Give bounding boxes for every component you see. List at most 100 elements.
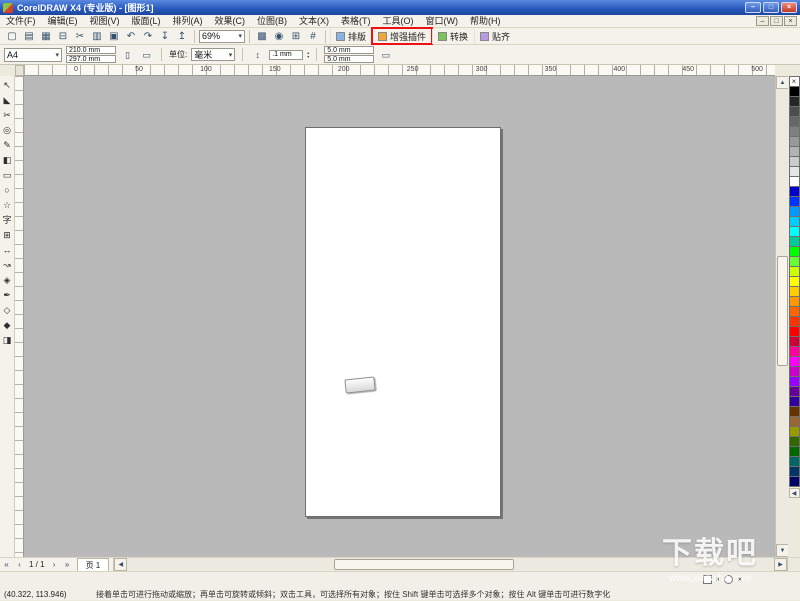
eyedropper-tool-icon[interactable]: ✒ [0, 288, 14, 303]
menu-item[interactable]: 工具(O) [377, 15, 420, 28]
ruler-number: 500 [751, 66, 763, 74]
units-select[interactable]: 毫米 ▾ [191, 48, 235, 61]
vertical-scrollbar[interactable]: ▲ ▼ [775, 76, 788, 557]
polygon-tool-icon[interactable]: ☆ [0, 198, 14, 213]
options-button[interactable]: ▭ [378, 47, 393, 62]
paper-width-input[interactable] [66, 46, 116, 54]
drawing-canvas[interactable] [24, 76, 775, 557]
fill-none-label: × [716, 575, 721, 584]
menu-item[interactable]: 排列(A) [167, 15, 209, 28]
save-icon[interactable]: ▦ [38, 29, 54, 44]
duplicate-x-input[interactable] [324, 46, 374, 54]
smart-fill-tool-icon[interactable]: ◧ [0, 153, 14, 168]
palette-expand-icon[interactable]: ◀ [789, 488, 800, 498]
portrait-orientation-button[interactable]: ▯ [120, 47, 135, 62]
chevron-down-icon: ▾ [229, 51, 233, 59]
menu-item[interactable]: 帮助(H) [464, 15, 507, 28]
outline-tool-icon[interactable]: ◇ [0, 303, 14, 318]
menu-item[interactable]: 窗口(W) [420, 15, 465, 28]
doc-restore-button[interactable]: □ [770, 16, 783, 26]
menu-item[interactable]: 表格(T) [335, 15, 377, 28]
menu-items: 文件(F)编辑(E)视图(V)版面(L)排列(A)效果(C)位图(B)文本(X)… [0, 15, 507, 28]
new-document-icon[interactable]: ▢ [4, 29, 20, 44]
freehand-tool-icon[interactable]: ✎ [0, 138, 14, 153]
status-bar: × × (40.322, 113.946) 接着单击可进行拖动或缩放；再单击可旋… [0, 571, 800, 600]
scroll-right-icon[interactable]: ▶ [774, 558, 787, 571]
menu-item[interactable]: 文本(X) [293, 15, 335, 28]
landscape-orientation-button[interactable]: ▭ [139, 47, 154, 62]
export-icon[interactable]: ↥ [174, 29, 190, 44]
pick-tool-icon[interactable]: ↖ [0, 78, 14, 93]
page-tab[interactable]: 页 1 [77, 558, 110, 571]
redo-icon[interactable]: ↷ [140, 29, 156, 44]
interactive-fill-tool-icon[interactable]: ◨ [0, 333, 14, 348]
vertical-ruler[interactable] [15, 76, 24, 557]
duplicate-y-input[interactable] [324, 55, 374, 63]
menu-item[interactable]: 位图(B) [251, 15, 293, 28]
scroll-left-icon[interactable]: ◀ [114, 558, 127, 571]
menu-item[interactable]: 文件(F) [0, 15, 42, 28]
text-tool-icon[interactable]: 字 [0, 213, 14, 228]
application-launcher-icon[interactable]: ▩ [254, 29, 270, 44]
paper-height-input[interactable] [66, 55, 116, 63]
prev-page-icon[interactable]: ‹ [13, 559, 26, 571]
zoom-level-combo[interactable]: 69% ▾ [199, 30, 245, 43]
ruler-origin[interactable] [15, 65, 24, 76]
enhance-plugin-button[interactable]: 增强插件 [372, 29, 431, 44]
vertical-scroll-thumb[interactable] [777, 256, 788, 366]
first-page-icon[interactable]: « [0, 559, 13, 571]
nudge-offset-input[interactable] [269, 50, 303, 60]
duplicate-distance-fields [324, 46, 374, 63]
welcome-screen-icon[interactable]: ◉ [271, 29, 287, 44]
import-icon[interactable]: ↧ [157, 29, 173, 44]
doc-minimize-button[interactable]: – [756, 16, 769, 26]
paste-icon[interactable]: ▣ [106, 29, 122, 44]
document-page[interactable] [305, 127, 501, 517]
paper-type-select[interactable]: A4 ▾ [4, 48, 62, 62]
spin-down-icon[interactable]: ▾ [307, 55, 309, 59]
menu-item[interactable]: 编辑(E) [42, 15, 84, 28]
copy-icon[interactable]: ▥ [89, 29, 105, 44]
palette-swatches [789, 87, 800, 487]
ellipse-tool-icon[interactable]: ○ [0, 183, 14, 198]
snap-to-grid-icon[interactable]: ⊞ [288, 29, 304, 44]
toolbar-separator [242, 48, 243, 61]
snap-to-guidelines-icon[interactable]: # [305, 29, 321, 44]
menu-item[interactable]: 视图(V) [84, 15, 126, 28]
maximize-button[interactable]: □ [763, 2, 779, 13]
convert-plugin-button[interactable]: 转换 [432, 29, 473, 44]
nudge-spinner[interactable]: ▴ ▾ [307, 51, 309, 59]
dimension-tool-icon[interactable]: ↔ [0, 243, 14, 258]
close-button[interactable]: × [781, 2, 797, 13]
toolbar-separator [316, 48, 317, 61]
undo-icon[interactable]: ↶ [123, 29, 139, 44]
open-icon[interactable]: ▤ [21, 29, 37, 44]
menu-item[interactable]: 版面(L) [126, 15, 167, 28]
fill-tool-icon[interactable]: ◆ [0, 318, 14, 333]
table-tool-icon[interactable]: ⊞ [0, 228, 14, 243]
color-swatch[interactable] [789, 476, 800, 487]
snap-icon [480, 32, 489, 41]
print-icon[interactable]: ⊟ [55, 29, 71, 44]
ruler-number: 50 [135, 66, 143, 74]
horizontal-ruler[interactable]: 050100150200250300350400450500 [24, 65, 775, 76]
doc-close-button[interactable]: × [784, 16, 797, 26]
rectangle-tool-icon[interactable]: ▭ [0, 168, 14, 183]
toolbox: ↖◣✂◎✎◧▭○☆字⊞↔↝◈✒◇◆◨ [0, 76, 15, 557]
minimize-button[interactable]: – [745, 2, 761, 13]
menu-item[interactable]: 效果(C) [209, 15, 252, 28]
cut-icon[interactable]: ✂ [72, 29, 88, 44]
zoom-tool-icon[interactable]: ◎ [0, 123, 14, 138]
snap-button[interactable]: 贴齐 [474, 29, 515, 44]
horizontal-scrollbar[interactable]: ◀ ▶ [113, 558, 800, 571]
last-page-icon[interactable]: » [61, 559, 74, 571]
arrange-plugin-label: 排版 [348, 30, 366, 43]
crop-tool-icon[interactable]: ✂ [0, 108, 14, 123]
connector-tool-icon[interactable]: ↝ [0, 258, 14, 273]
arrange-plugin-button[interactable]: 排版 [330, 29, 371, 44]
blend-tool-icon[interactable]: ◈ [0, 273, 14, 288]
shape-tool-icon[interactable]: ◣ [0, 93, 14, 108]
next-page-icon[interactable]: › [48, 559, 61, 571]
scrollbar-corner [787, 558, 800, 571]
horizontal-scroll-thumb[interactable] [334, 559, 514, 570]
